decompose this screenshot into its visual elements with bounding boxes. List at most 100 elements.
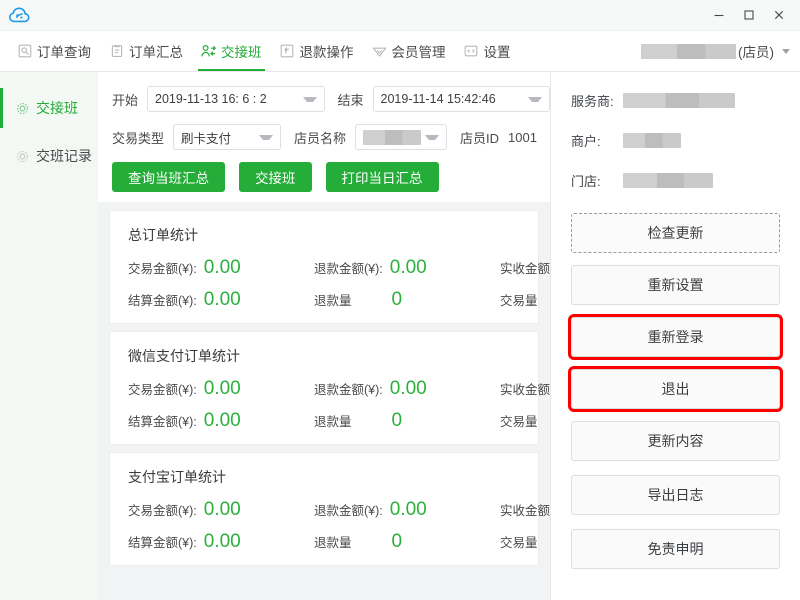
- gear-icon: [16, 150, 29, 163]
- update-content-button[interactable]: 更新内容: [571, 421, 780, 461]
- minimize-button[interactable]: [704, 0, 734, 30]
- query-shift-summary-button[interactable]: 查询当班汇总: [112, 162, 225, 192]
- gear-icon: [16, 102, 29, 115]
- stat-key: 交易金额(¥):: [128, 383, 197, 397]
- stat-refund-amount: 退款金额(¥): 0.00: [314, 257, 500, 279]
- maximize-button[interactable]: [734, 0, 764, 30]
- sidebar-item-label: 交接班: [36, 100, 78, 116]
- stat-key: 退款金额(¥):: [314, 504, 383, 518]
- stat-key: 结算金额(¥):: [128, 294, 197, 308]
- nav-item-order-summary[interactable]: 订单汇总: [100, 31, 192, 71]
- reconfigure-button[interactable]: 重新设置: [571, 265, 780, 305]
- application-window: 订单查询 订单汇总 交接班 退款操作 会员管理 设置 (店员) 交接班 交班记录…: [0, 0, 800, 600]
- trade-type-select[interactable]: 刷卡支付: [173, 124, 282, 150]
- end-datetime-input[interactable]: 2019-11-14 15:42:46: [372, 86, 550, 112]
- close-button[interactable]: [764, 0, 794, 30]
- statistics-scroll-area[interactable]: 总订单统计 交易金额(¥): 0.00 退款金额(¥): 0.00 实收金额(¥…: [98, 202, 550, 600]
- stat-card-wechat: 微信支付订单统计 交易金额(¥): 0.00 退款金额(¥): 0.00 实收金…: [110, 332, 550, 444]
- nav-item-order-search[interactable]: 订单查询: [8, 31, 100, 71]
- user-role-label: (店员): [738, 45, 774, 60]
- main-content: 开始 2019-11-13 16: 6 : 2 结束 2019-11-14 15…: [98, 72, 550, 600]
- stat-refund-amount: 退款金额(¥): 0.00: [314, 378, 500, 400]
- logout-button[interactable]: 退出: [568, 366, 783, 412]
- stat-value: 0.00: [389, 499, 427, 520]
- nav-item-member[interactable]: 会员管理: [363, 31, 455, 71]
- cloud-logo-icon: [4, 0, 34, 30]
- stat-key: 交易量: [500, 294, 538, 308]
- stat-refund-count: 退款量 0: [314, 410, 500, 432]
- stat-card-title: 支付宝订单统计: [128, 469, 226, 485]
- shift-handover-button[interactable]: 交接班: [239, 162, 312, 192]
- sidebar-item-shift-records[interactable]: 交班记录: [0, 132, 98, 180]
- stat-value: 0: [391, 410, 403, 431]
- trade-type-value: 刷卡支付: [181, 131, 232, 146]
- stat-row: 结算金额(¥): 0.00 退款量 0 交易量 0: [110, 531, 538, 553]
- disclaimer-button[interactable]: 免责申明: [571, 529, 780, 569]
- stat-settle-amount: 结算金额(¥): 0.00: [128, 289, 314, 311]
- stat-key: 交易量: [500, 536, 538, 550]
- stat-key: 交易金额(¥):: [128, 504, 197, 518]
- chevron-down-icon: [259, 134, 274, 140]
- clerk-name-select[interactable]: [355, 124, 448, 150]
- stat-received-amount: 实收金额(¥): 0.00: [500, 499, 550, 521]
- stat-row: 交易金额(¥): 0.00 退款金额(¥): 0.00 实收金额(¥): 0.0…: [110, 499, 550, 521]
- end-datetime-value: 2019-11-14 15:42:46: [380, 92, 496, 106]
- export-log-button[interactable]: 导出日志: [571, 475, 780, 515]
- stat-key: 退款金额(¥):: [314, 262, 383, 276]
- stat-key: 结算金额(¥):: [128, 415, 197, 429]
- settings-icon: [464, 44, 479, 59]
- stat-trade-amount: 交易金额(¥): 0.00: [128, 499, 314, 521]
- start-date-label: 开始: [112, 92, 139, 108]
- right-info-panel: 服务商: 商户: 门店: 检查更新 重新设置 重新登录 退出 更新内容 导出日志…: [550, 72, 800, 600]
- shift-handover-icon: [201, 44, 216, 59]
- info-row-provider: 服务商:: [571, 90, 780, 111]
- type-clerk-row: 交易类型 刷卡支付 店员名称 店员ID 1001: [112, 124, 550, 150]
- nav-item-label: 设置: [483, 45, 511, 60]
- stat-key: 退款金额(¥):: [314, 383, 383, 397]
- nav-item-label: 订单查询: [37, 45, 91, 60]
- user-name-redacted: [641, 43, 736, 59]
- check-update-button[interactable]: 检查更新: [571, 213, 780, 253]
- stat-value: 0.00: [203, 499, 241, 520]
- refund-icon: [280, 44, 295, 59]
- nav-item-label: 退款操作: [299, 45, 354, 60]
- stat-settle-amount: 结算金额(¥): 0.00: [128, 531, 314, 553]
- info-row-merchant: 商户:: [571, 130, 780, 151]
- stat-card-total: 总订单统计 交易金额(¥): 0.00 退款金额(¥): 0.00 实收金额(¥…: [110, 211, 550, 323]
- merchant-label: 商户:: [571, 134, 601, 149]
- sidebar-item-shift-handover[interactable]: 交接班: [0, 84, 98, 132]
- print-daily-summary-button[interactable]: 打印当日汇总: [325, 162, 439, 192]
- stat-key: 结算金额(¥):: [128, 536, 197, 550]
- stat-value: 0.00: [203, 531, 241, 552]
- stat-value: 0: [391, 289, 403, 310]
- stat-row: 交易金额(¥): 0.00 退款金额(¥): 0.00 实收金额(¥): 0.0…: [110, 378, 550, 400]
- stat-key: 退款量: [314, 415, 352, 429]
- stat-value: 0.00: [389, 378, 427, 399]
- nav-item-shift-handover[interactable]: 交接班: [192, 31, 271, 71]
- filter-toolbar: 开始 2019-11-13 16: 6 : 2 结束 2019-11-14 15…: [98, 72, 550, 202]
- clerk-name-label: 店员名称: [294, 130, 347, 146]
- stat-key: 实收金额(¥):: [500, 383, 550, 397]
- stat-card-alipay: 支付宝订单统计 交易金额(¥): 0.00 退款金额(¥): 0.00 实收金额…: [110, 453, 550, 565]
- order-summary-icon: [109, 44, 124, 59]
- main-navigation: 订单查询 订单汇总 交接班 退款操作 会员管理 设置 (店员): [0, 31, 800, 72]
- page-body: 交接班 交班记录 开始 2019-11-13 16: 6 : 2 结束 2019…: [0, 72, 800, 600]
- stat-row: 结算金额(¥): 0.00 退款量 0 交易量 0: [110, 410, 538, 432]
- stat-trade-count: 交易量 0: [500, 289, 550, 311]
- nav-item-refund[interactable]: 退款操作: [271, 31, 363, 71]
- chevron-down-icon: [528, 96, 542, 102]
- start-datetime-input[interactable]: 2019-11-13 16: 6 : 2: [147, 86, 325, 112]
- nav-item-settings[interactable]: 设置: [455, 31, 520, 71]
- stat-trade-amount: 交易金额(¥): 0.00: [128, 378, 314, 400]
- stat-key: 实收金额(¥):: [500, 262, 550, 276]
- relogin-button[interactable]: 重新登录: [568, 314, 783, 360]
- stat-received-amount: 实收金额(¥): 0.00: [500, 257, 550, 279]
- stat-value: 0.00: [203, 289, 241, 310]
- provider-value-redacted: [623, 93, 735, 108]
- action-button-row: 查询当班汇总 交接班 打印当日汇总: [112, 162, 550, 192]
- user-menu[interactable]: (店员): [641, 31, 790, 71]
- stat-key: 交易量: [500, 415, 538, 429]
- stat-value: 0.00: [203, 410, 241, 431]
- stat-key: 交易金额(¥):: [128, 262, 197, 276]
- stat-value: 0.00: [203, 257, 241, 278]
